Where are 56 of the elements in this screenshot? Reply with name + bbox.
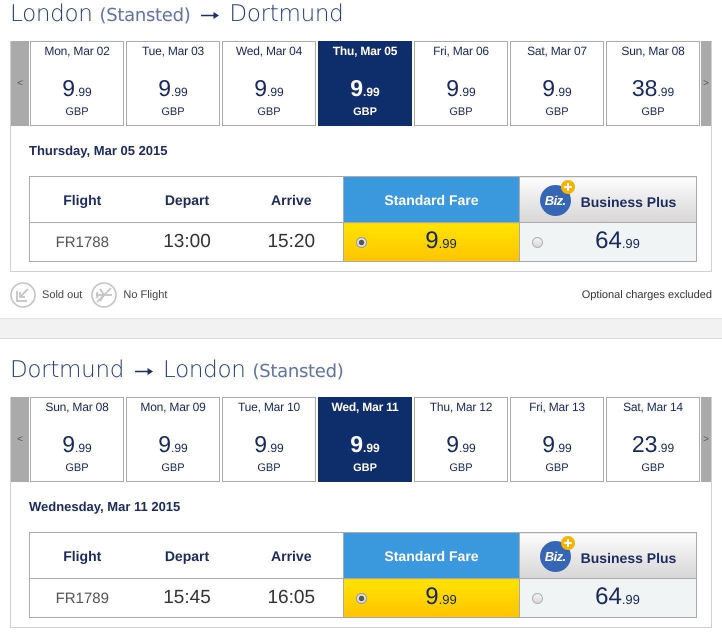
arrow-icon xyxy=(201,12,220,19)
selected-date: Thursday, Mar 05 2015 xyxy=(29,143,168,159)
table-cell: 16:05 xyxy=(240,578,344,618)
table-cell: 15:45 xyxy=(134,578,240,618)
column-header: Depart xyxy=(134,532,240,578)
column-header: Depart xyxy=(134,176,240,222)
column-header: Arrive xyxy=(240,532,344,578)
radio-button[interactable] xyxy=(532,236,543,248)
fare-price: 9.99 xyxy=(424,226,458,256)
plus-icon xyxy=(560,536,575,550)
date-tab[interactable]: Wed, Mar 04 9.99 GBP xyxy=(222,41,316,126)
fare-price: 64.99 xyxy=(594,226,641,256)
table-cell: 15:20 xyxy=(240,222,344,262)
date-tab[interactable]: Tue, Mar 10 9.99 GBP xyxy=(222,397,316,482)
fare-price: 9.99 xyxy=(424,582,458,612)
city-name: Dortmund xyxy=(10,356,124,384)
table-cell: FR1788 xyxy=(30,222,134,262)
date-tab[interactable]: Sat, Mar 14 23.99 GBP xyxy=(606,397,700,482)
fare-name: Business Plus xyxy=(580,550,676,566)
date-tab[interactable]: Thu, Mar 12 9.99 GBP xyxy=(414,397,508,482)
radio-button[interactable] xyxy=(532,592,543,604)
legend-label: Sold out xyxy=(42,289,82,301)
date-tab[interactable]: Fri, Mar 13 9.99 GBP xyxy=(510,397,604,482)
date-tab[interactable]: Wed, Mar 11 9.99 GBP xyxy=(318,397,412,482)
date-tab[interactable]: Tue, Mar 03 9.99 GBP xyxy=(126,41,220,126)
radio-button[interactable] xyxy=(356,236,367,248)
charges-note: Optional charges excluded xyxy=(582,289,712,301)
radio-button[interactable] xyxy=(356,592,367,604)
date-tab[interactable]: Mon, Mar 09 9.99 GBP xyxy=(126,397,220,482)
date-tab[interactable]: Fri, Mar 06 9.99 GBP xyxy=(414,41,508,126)
airport-note: (Stansted) xyxy=(100,4,190,28)
fare-price: 64.99 xyxy=(594,582,641,612)
table-cell: 13:00 xyxy=(134,222,240,262)
date-tab[interactable]: Sun, Mar 08 9.99 GBP xyxy=(30,397,124,482)
column-header: Arrive xyxy=(240,176,344,222)
date-tab[interactable]: Sat, Mar 07 9.99 GBP xyxy=(510,41,604,126)
date-tab[interactable]: Sun, Mar 08 38.99 GBP xyxy=(606,41,700,126)
date-tab[interactable]: Mon, Mar 02 9.99 GBP xyxy=(30,41,124,126)
city-name: London xyxy=(10,0,93,28)
column-header: Flight xyxy=(30,176,134,222)
plus-icon xyxy=(560,180,575,194)
date-tab[interactable]: Thu, Mar 05 9.99 GBP xyxy=(318,41,412,126)
logo-badge: Biz. xyxy=(540,541,571,572)
city-name: London xyxy=(163,356,246,384)
column-header: Flight xyxy=(30,532,134,578)
arrow-icon xyxy=(135,368,154,375)
logo-badge: Biz. xyxy=(540,185,571,216)
fare-header: Standard Fare xyxy=(344,532,520,578)
legend-label: No Flight xyxy=(123,289,168,301)
city-name: Dortmund xyxy=(229,0,344,28)
table-cell: FR1789 xyxy=(30,578,134,618)
fare-name: Business Plus xyxy=(580,194,676,210)
crossed-plane-icon xyxy=(91,282,118,308)
airport-note: (Stansted) xyxy=(252,360,344,384)
selected-date: Wednesday, Mar 11 2015 xyxy=(29,499,182,515)
fare-header: Standard Fare xyxy=(344,176,520,222)
